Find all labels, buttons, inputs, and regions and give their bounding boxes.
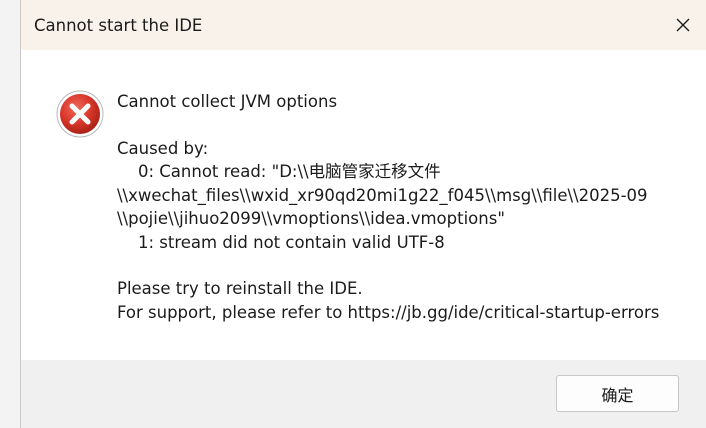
support-text: For support, please refer to https://jb.… (117, 302, 660, 322)
background-window-edge (0, 0, 21, 428)
dialog-body: Cannot collect JVM options Caused by: 0:… (21, 50, 706, 360)
error-message: Cannot collect JVM options Caused by: 0:… (117, 90, 697, 324)
error-dialog: Cannot start the IDE Cannot collect JVM … (20, 0, 706, 428)
caused-by-label: Caused by: (117, 138, 209, 158)
dialog-footer: 确定 (21, 360, 706, 428)
cause-line: \\xwechat_files\\wxid_xr90qd20mi1g22_f04… (117, 185, 648, 205)
ok-button[interactable]: 确定 (556, 375, 679, 412)
error-heading: Cannot collect JVM options (117, 92, 338, 111)
close-icon (676, 18, 690, 32)
cause-line: 0: Cannot read: "D:\\电脑管家迁移文件 (117, 162, 441, 181)
advice-text: Please try to reinstall the IDE. (117, 279, 363, 298)
error-icon (56, 90, 104, 138)
cause-line: \\pojie\\jihuo2099\\vmoptions\\idea.vmop… (117, 209, 505, 228)
dialog-title: Cannot start the IDE (34, 16, 203, 35)
title-bar: Cannot start the IDE (21, 0, 706, 50)
close-button[interactable] (660, 0, 706, 50)
cause-line: 1: stream did not contain valid UTF-8 (117, 232, 445, 252)
